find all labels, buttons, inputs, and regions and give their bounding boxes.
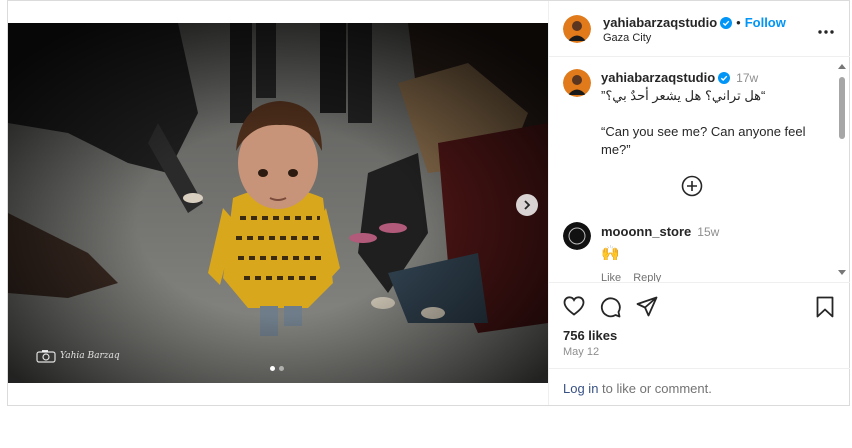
action-bar (549, 284, 850, 324)
post-header: yahiabarzaqstudio • Follow Gaza City (549, 1, 850, 57)
like-button[interactable] (563, 296, 585, 321)
comment-text: 🙌 (601, 245, 620, 262)
comment-icon (600, 297, 621, 318)
author-username[interactable]: yahiabarzaqstudio (603, 15, 717, 30)
caption-time[interactable]: 17w (736, 71, 758, 85)
caption-arabic: “هل تراني؟ هل يشعر أحدٌ بي؟” (601, 88, 766, 103)
login-link[interactable]: Log in (563, 381, 598, 396)
save-icon (816, 296, 834, 318)
post-location[interactable]: Gaza City (603, 32, 651, 44)
commenter-avatar[interactable] (563, 222, 591, 250)
share-button[interactable] (636, 296, 658, 323)
comment-time[interactable]: 15w (697, 225, 719, 239)
login-prompt: Log in to like or comment. (549, 368, 850, 405)
post-date[interactable]: May 12 (563, 346, 599, 358)
caption-avatar-image (563, 69, 591, 97)
photographer-watermark: Yahia Barzaq (36, 349, 120, 363)
separator-dot: • (736, 15, 741, 30)
verified-icon (720, 17, 733, 29)
caption-block: yahiabarzaqstudio 17w “هل تراني؟ هل يشعر … (601, 69, 826, 159)
watermark-text: Yahia Barzaq (60, 351, 120, 361)
save-button[interactable] (816, 296, 834, 323)
verified-icon (718, 72, 731, 84)
caption-avatar[interactable] (563, 69, 591, 97)
carousel-dot (279, 366, 284, 371)
post-photo[interactable]: Yahia Barzaq (8, 23, 548, 383)
follow-button[interactable]: Follow (745, 15, 786, 30)
post-card: Yahia Barzaq yahiabarzaqstudio • Follow (7, 0, 850, 406)
more-options-button[interactable] (818, 21, 834, 39)
comments-scrollbar[interactable] (836, 61, 848, 277)
comment-like-button[interactable]: Like (601, 272, 621, 282)
camera-watermark-icon (36, 350, 56, 363)
login-prompt-text: to like or comment. (598, 381, 712, 396)
caption-english: “Can you see me? Can anyone feel me?” (601, 124, 806, 157)
heart-icon (563, 296, 585, 316)
chevron-right-icon (524, 200, 531, 210)
post-details-panel: yahiabarzaqstudio • Follow Gaza City yah… (548, 1, 850, 405)
next-photo-button[interactable] (516, 194, 538, 216)
carousel-indicator (270, 366, 284, 371)
scroll-down-arrow[interactable] (838, 270, 846, 275)
comments-section[interactable]: yahiabarzaqstudio 17w “هل تراني؟ هل يشعر … (549, 58, 850, 283)
share-icon (636, 296, 658, 317)
add-comment-button[interactable] (681, 175, 703, 202)
likes-count[interactable]: 756 likes (563, 328, 617, 343)
comment-button[interactable] (599, 296, 621, 323)
comment-reply-button[interactable]: Reply (633, 272, 661, 282)
caption-username[interactable]: yahiabarzaqstudio (601, 70, 715, 85)
comment-username[interactable]: mooonn_store (601, 224, 691, 239)
author-avatar[interactable] (563, 15, 591, 43)
photo-scene (8, 23, 548, 383)
carousel-dot-active (270, 366, 275, 371)
more-options-icon (818, 30, 834, 34)
scroll-thumb[interactable] (839, 77, 845, 139)
author-line: yahiabarzaqstudio • Follow (603, 14, 786, 32)
comment-item: mooonn_store 15w 🙌 Like Reply (601, 223, 826, 282)
commenter-avatar-image (563, 222, 591, 250)
author-avatar-image (563, 15, 591, 43)
scroll-up-arrow[interactable] (838, 64, 846, 69)
add-comment-icon (681, 175, 703, 197)
